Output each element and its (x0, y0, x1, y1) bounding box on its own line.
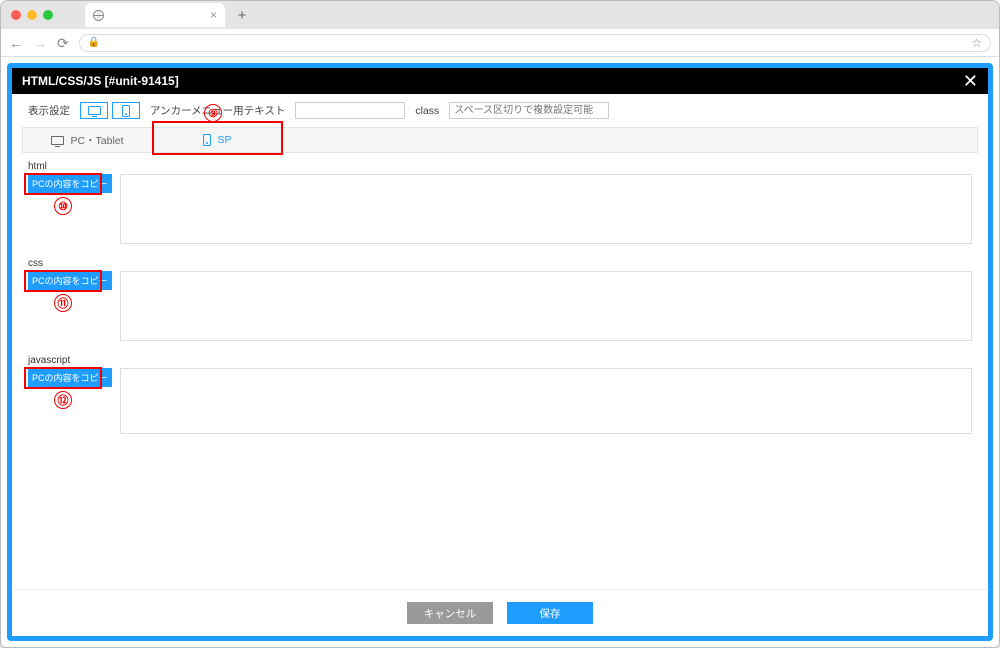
tab-sp[interactable]: SP (153, 128, 283, 152)
device-tabs: PC・Tablet SP (22, 127, 978, 153)
forward-button[interactable]: → (33, 36, 47, 50)
desktop-icon (88, 106, 101, 115)
tab-close-icon[interactable]: × (210, 8, 217, 22)
display-toggle (80, 102, 140, 119)
page-stage: HTML/CSS/JS [#unit-91415] ✕ 表示設定 アンカーメニュ… (1, 57, 999, 647)
anchor-input[interactable] (295, 102, 405, 119)
html-textarea[interactable] (120, 174, 972, 244)
close-window-dot[interactable] (11, 10, 21, 20)
section-label-html: html (28, 161, 972, 172)
class-input[interactable] (449, 102, 609, 119)
modal-header: HTML/CSS/JS [#unit-91415] ✕ (12, 68, 988, 94)
modal-frame: HTML/CSS/JS [#unit-91415] ✕ 表示設定 アンカーメニュ… (7, 63, 993, 641)
code-sections: html PCの内容をコピー ⑩ css PCの内容をコピー ⑪ (12, 157, 988, 589)
reload-button[interactable]: ⟳ (57, 36, 69, 50)
tab-bar: × + (1, 1, 999, 29)
minimize-window-dot[interactable] (27, 10, 37, 20)
smartphone-icon (122, 105, 130, 117)
css-textarea[interactable] (120, 271, 972, 341)
copy-pc-button-css[interactable]: PCの内容をコピー (28, 271, 112, 290)
copy-pc-button-js[interactable]: PCの内容をコピー (28, 368, 112, 387)
section-label-js: javascript (28, 355, 972, 366)
new-tab-button[interactable]: + (231, 4, 253, 26)
settings-row: 表示設定 アンカーメニュー用テキスト class (12, 94, 988, 127)
desktop-icon (51, 136, 64, 145)
globe-icon (93, 10, 104, 21)
smartphone-icon (203, 134, 211, 146)
tab-sp-label: SP (217, 134, 231, 146)
section-html: html PCの内容をコピー ⑩ (28, 161, 972, 244)
close-icon[interactable]: ✕ (963, 72, 978, 90)
browser-window: × + ← → ⟳ 🔒 ☆ HTML/CSS/JS [#unit-91415] … (0, 0, 1000, 648)
section-js: javascript PCの内容をコピー ⑫ (28, 355, 972, 434)
browser-tab[interactable]: × (85, 3, 225, 27)
url-bar[interactable]: 🔒 ☆ (79, 34, 991, 52)
section-label-css: css (28, 258, 972, 269)
tab-pc[interactable]: PC・Tablet (23, 128, 153, 152)
back-button[interactable]: ← (9, 36, 23, 50)
copy-pc-button-html[interactable]: PCの内容をコピー (28, 174, 112, 193)
display-pc-toggle[interactable] (80, 102, 108, 119)
nav-bar: ← → ⟳ 🔒 ☆ (1, 29, 999, 57)
anchor-label: アンカーメニュー用テキスト (150, 103, 285, 118)
cancel-button[interactable]: キャンセル (407, 602, 493, 624)
maximize-window-dot[interactable] (43, 10, 53, 20)
bookmark-icon[interactable]: ☆ (971, 36, 982, 50)
modal-title: HTML/CSS/JS [#unit-91415] (22, 74, 179, 88)
save-button[interactable]: 保存 (507, 602, 593, 624)
display-label: 表示設定 (28, 103, 70, 118)
lock-icon: 🔒 (88, 37, 100, 48)
tabs-wrap: PC・Tablet SP ⑨ (12, 127, 988, 157)
display-sp-toggle[interactable] (112, 102, 140, 119)
js-textarea[interactable] (120, 368, 972, 434)
class-label: class (415, 105, 439, 117)
tab-pc-label: PC・Tablet (70, 133, 123, 148)
section-css: css PCの内容をコピー ⑪ (28, 258, 972, 341)
modal-footer: キャンセル 保存 (12, 589, 988, 636)
